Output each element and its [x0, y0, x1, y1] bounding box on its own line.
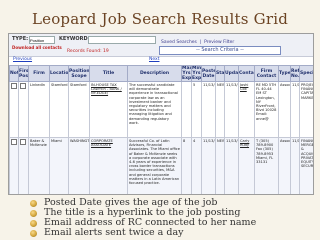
note-checkbox[interactable]	[9, 137, 19, 194]
pager: Previous Next	[9, 56, 313, 64]
search-toolbar: TYPE: KEYWORD: Saved Searches | Preview …	[9, 34, 313, 57]
col-description[interactable]: Description	[127, 65, 182, 82]
job-search-screenshot: TYPE: KEYWORD: Saved Searches | Preview …	[8, 33, 314, 195]
table-row: Baker & McKenzie Miami WASHINGTON CORPOR…	[9, 137, 313, 194]
col-title[interactable]: Title	[89, 65, 128, 82]
col-posted-date[interactable]: Posted Date	[201, 65, 216, 82]
min-exp-cell: 5	[191, 81, 202, 138]
job-title-link[interactable]: CORPORATE ASSOCIATE	[89, 137, 128, 194]
max-exp-cell: 8	[181, 137, 192, 194]
first-post-checkbox[interactable]	[18, 81, 29, 138]
updated-cell: 11/13/2006	[224, 81, 239, 138]
col-ref[interactable]: Ref No.	[290, 65, 300, 82]
records-found-text: Records Found: 19	[67, 49, 109, 54]
bullet-icon	[30, 199, 37, 207]
col-firm-contact[interactable]: Firm Contact	[254, 65, 279, 82]
saved-searches-link[interactable]: Saved Searches | Preview Filter	[161, 40, 234, 45]
col-updated[interactable]: Updated	[224, 65, 239, 82]
note-checkbox[interactable]	[9, 81, 19, 138]
ref-cell: 11/13/2006	[290, 137, 300, 194]
status-cell: NEW	[215, 81, 225, 138]
specialties-cell: FINANCE MERGERS & ACQUISITIONS PRIVATE E…	[299, 137, 313, 194]
specialties-cell: PROJECT FINANCE CAPITAL MARKETS	[299, 81, 313, 138]
col-location[interactable]: Location	[49, 65, 69, 82]
keyword-input[interactable]	[88, 36, 156, 44]
bullet-list: Posted Date gives the age of the job The…	[30, 198, 315, 238]
type-cell: Associate	[278, 81, 291, 138]
description-cell: Successful Co. of Latin Advisors, Financ…	[127, 137, 182, 194]
col-max-exp[interactable]: Max Yrs Exp	[181, 65, 192, 82]
col-status[interactable]: Status	[215, 65, 225, 82]
job-title-link[interactable]: IN-HOUSE TAX LAWYER - BANK / NY-EDGE/	[89, 81, 128, 138]
type-label: TYPE:	[12, 36, 29, 42]
col-notes[interactable]: Notes	[9, 65, 19, 82]
bullet-icon	[30, 229, 37, 237]
keyword-label: KEYWORD:	[59, 36, 90, 42]
location-cell: Stamford	[49, 81, 69, 138]
status-cell: NEW	[215, 137, 225, 194]
previous-link[interactable]: Previous	[13, 57, 32, 62]
scope-cell: Stamford	[68, 81, 90, 138]
location-cell: Miami	[49, 137, 69, 194]
firm-contact-cell: T (305) 789-8900 Fax (305) 789-8953 Miam…	[254, 137, 279, 194]
contact-link[interactable]: Joshi Cox	[238, 81, 255, 138]
download-contacts-link[interactable]: Download all contacts	[12, 45, 62, 50]
slide-title: Leopard Job Search Results Grid	[31, 10, 289, 28]
search-criteria-box[interactable]: -- Search Criteria --	[159, 46, 281, 55]
col-firm[interactable]: Firm	[28, 65, 50, 82]
type-select[interactable]	[29, 36, 55, 44]
max-exp-cell	[181, 81, 192, 138]
ref-cell: 11/13/2006	[290, 81, 300, 138]
firm-contact-cell: RE MD 5TH FL 40-44 EM ST Lexington, NY R…	[254, 81, 279, 138]
updated-cell: 11/13/2006	[224, 137, 239, 194]
col-type[interactable]: Type	[278, 65, 291, 82]
col-specialties[interactable]: Specialties	[299, 65, 313, 82]
col-position-scope[interactable]: Position Scope	[68, 65, 90, 82]
bullet-icon	[30, 219, 37, 227]
bullet-icon	[30, 209, 37, 217]
first-post-checkbox[interactable]	[18, 137, 29, 194]
min-exp-cell: 4	[191, 137, 202, 194]
firm-cell: Baker & McKenzie	[28, 137, 50, 194]
contact-link[interactable]: Carly Rudy	[238, 137, 255, 194]
type-cell: Associate	[278, 137, 291, 194]
preview-filter-link[interactable]: Preview Filter	[204, 40, 234, 45]
scope-cell: WASHINGTON	[68, 137, 90, 194]
posted-date-cell: 11/13/2006	[201, 81, 216, 138]
next-link[interactable]: Next	[149, 57, 159, 62]
description-cell: The successful candidate will demonstrat…	[127, 81, 182, 138]
bullet-text: Email alerts sent twice a day	[44, 227, 184, 238]
firm-cell: LinkedIn	[28, 81, 50, 138]
col-min-exp[interactable]: Min Yrs Exp	[191, 65, 202, 82]
bullet-item: Email alerts sent twice a day	[30, 228, 315, 238]
table-row: LinkedIn Stamford Stamford IN-HOUSE TAX …	[9, 81, 313, 138]
col-contact[interactable]: Contact	[238, 65, 255, 82]
posted-date-cell: 11/13/2006	[201, 137, 216, 194]
col-first-post[interactable]: First Post	[18, 65, 29, 82]
grid-header-row: Notes First Post Firm Location Position …	[9, 65, 313, 82]
results-grid: Notes First Post Firm Location Position …	[9, 65, 313, 194]
